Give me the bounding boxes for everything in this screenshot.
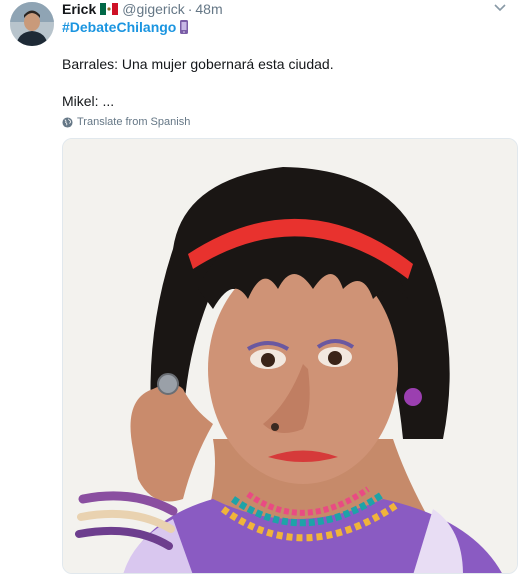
tweet-image[interactable] (62, 138, 518, 574)
mobile-phone-icon (180, 20, 189, 34)
photo-illustration (63, 139, 517, 573)
author-name[interactable]: Erick (62, 1, 96, 17)
hashtag-line: #DebateChilango (62, 19, 189, 35)
avatar[interactable] (10, 2, 54, 46)
chevron-down-icon[interactable] (492, 2, 508, 14)
tweet-text-line-1: Barrales: Una mujer gobernará esta ciuda… (62, 56, 334, 72)
translate-link[interactable]: Translate from Spanish (62, 116, 190, 128)
mexico-flag-icon (100, 3, 119, 15)
tweet-header: Erick @gigerick · 48m (62, 0, 223, 18)
tweet-text-line-2: Mikel: ... (62, 93, 115, 109)
tweet: Erick @gigerick · 48m #DebateChilango Ba… (0, 0, 524, 577)
author-handle[interactable]: @gigerick (122, 1, 184, 17)
globe-icon (62, 116, 73, 128)
separator-dot: · (187, 1, 193, 17)
timestamp[interactable]: 48m (195, 1, 222, 17)
translate-label: Translate from Spanish (77, 116, 191, 128)
hashtag-link[interactable]: #DebateChilango (62, 19, 176, 35)
